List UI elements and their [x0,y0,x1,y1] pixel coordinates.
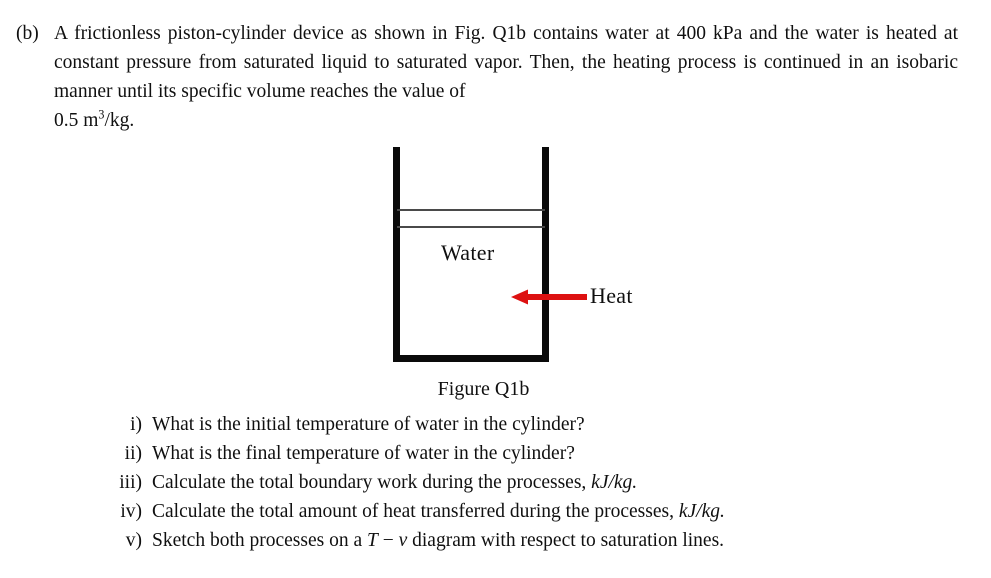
question-numeral: ii) [124,443,142,464]
heat-arrow-icon [511,288,587,306]
figure-q1b: Water Heat Figure Q1b [0,140,991,405]
water-label: Water [441,240,495,265]
figure-caption: Figure Q1b [0,376,991,402]
heat-arrow-shape [511,289,587,305]
heat-label: Heat [590,283,633,308]
question-text-main: Calculate the total boundary work during… [152,472,587,493]
variable-T: T [367,530,378,551]
cylinder-left-wall [393,147,400,362]
question-text-main: Calculate the total amount of heat trans… [152,501,674,522]
specific-volume-value: 0.5 m [54,110,99,131]
cylinder-right-wall [542,147,549,362]
problem-paragraph-tail: 0.5 m3/kg. [54,106,958,135]
question-text-before: Sketch both processes on a [152,530,363,551]
cylinder-bottom-wall [393,355,549,362]
problem-label: (b) [16,23,39,44]
piston-bottom-line [397,226,545,228]
questions-list: i) What is the initial temperature of wa… [0,410,991,555]
problem-paragraph: A frictionless piston-cylinder device as… [54,0,991,135]
question-text-main: What is the initial temperature of water… [152,414,585,435]
problem-statement-block: (b) A frictionless piston-cylinder devic… [0,0,991,135]
piston-top-line [397,209,545,211]
figure-caption-text: Figure Q1b [437,378,530,400]
question-item-i: i) What is the initial temperature of wa… [0,410,991,439]
variable-v: v [398,530,408,551]
question-item-ii: ii) What is the final temperature of wat… [0,439,991,468]
question-unit-emphasis: kJ/kg. [591,472,638,493]
problem-paragraph-main: A frictionless piston-cylinder device as… [54,23,958,102]
question-text: Calculate the total boundary work during… [152,468,991,497]
question-text: What is the initial temperature of water… [152,410,991,439]
question-text-main: What is the final temperature of water i… [152,443,575,464]
question-numeral: iv) [120,501,142,522]
question-unit-emphasis: kJ/kg. [678,501,725,522]
question-text: Calculate the total amount of heat trans… [152,497,991,526]
problem-statement-row: (b) A frictionless piston-cylinder devic… [0,0,991,135]
question-text-after: diagram with respect to saturation lines… [412,530,725,551]
question-item-iv: iv) Calculate the total amount of heat t… [0,497,991,526]
question-item-iii: iii) Calculate the total boundary work d… [0,468,991,497]
specific-volume-unit-suffix: /kg. [104,110,135,131]
minus-sign: − [382,530,394,551]
question-item-v: v) Sketch both processes on a T − v diag… [0,526,991,555]
question-text: Sketch both processes on a T − v diagram… [152,526,991,555]
question-text: What is the final temperature of water i… [152,439,991,468]
question-numeral: iii) [119,472,142,493]
question-numeral: i) [130,414,142,435]
question-numeral: v) [125,530,142,551]
